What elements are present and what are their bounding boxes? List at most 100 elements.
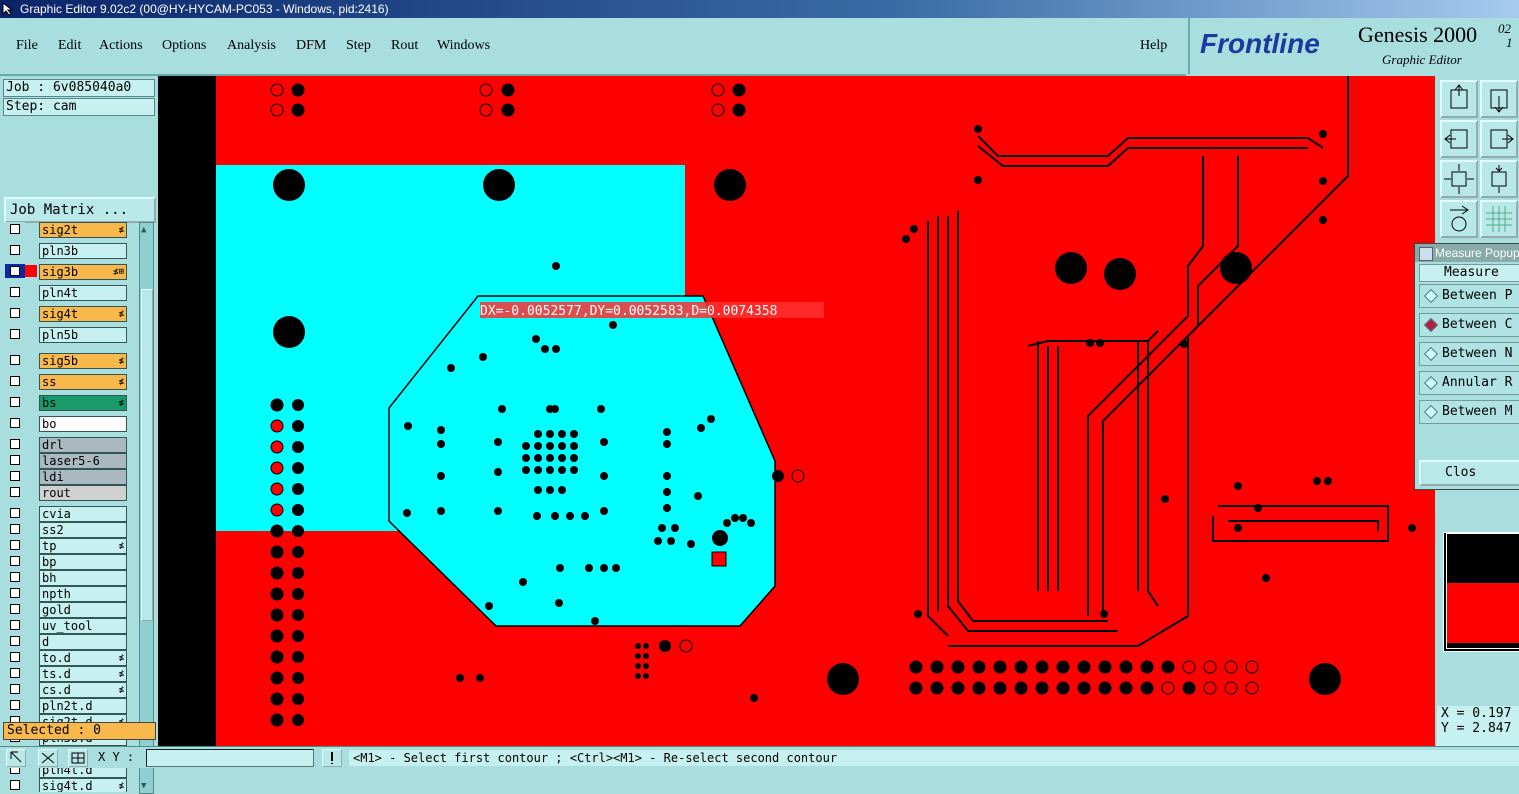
layer-display-checkbox[interactable]: [5, 554, 25, 568]
layer-display-checkbox[interactable]: [5, 416, 25, 430]
graphic-canvas[interactable]: DX=-0.0052577,DY=0.0052583,D=0.0074358: [158, 76, 1435, 746]
scroll-down-icon[interactable]: ▼: [141, 781, 151, 791]
layer-display-checkbox[interactable]: [5, 666, 25, 680]
layer-name[interactable]: cs.d ≰: [39, 682, 127, 698]
layer-row[interactable]: laser5-6: [5, 453, 138, 469]
layer-row[interactable]: sig4t.d ≰: [5, 778, 138, 792]
layer-display-checkbox[interactable]: [5, 374, 25, 388]
layer-display-checkbox[interactable]: [5, 264, 25, 278]
layer-display-checkbox[interactable]: [5, 506, 25, 520]
layer-display-checkbox[interactable]: [5, 602, 25, 616]
layer-display-checkbox[interactable]: [5, 327, 25, 341]
layer-name[interactable]: sig4t.d ≰: [39, 778, 127, 792]
layer-display-checkbox[interactable]: [5, 437, 25, 451]
layer-display-checkbox[interactable]: [5, 618, 25, 632]
layer-name[interactable]: d: [39, 634, 127, 650]
layer-display-checkbox[interactable]: [5, 778, 25, 792]
layer-row[interactable]: bs ≰: [5, 395, 138, 411]
layer-row[interactable]: cvia: [5, 506, 138, 522]
layer-display-checkbox[interactable]: [5, 395, 25, 409]
layer-row[interactable]: bo: [5, 416, 138, 432]
layer-name[interactable]: ldi: [39, 469, 127, 485]
layer-name[interactable]: gold: [39, 602, 127, 618]
zoom-up-button[interactable]: [1440, 80, 1478, 118]
menu-step[interactable]: Step: [346, 38, 371, 54]
menu-options[interactable]: Options: [162, 38, 206, 54]
layer-name[interactable]: ss2: [39, 522, 127, 538]
layer-name[interactable]: bp: [39, 554, 127, 570]
pan-right-button[interactable]: [1480, 120, 1518, 158]
layer-display-checkbox[interactable]: [5, 570, 25, 584]
layer-row[interactable]: bp: [5, 554, 138, 570]
layer-row[interactable]: sig2t ≰: [5, 222, 138, 238]
layer-display-checkbox[interactable]: [5, 522, 25, 536]
zoom-in-button[interactable]: [1440, 160, 1478, 198]
layer-name[interactable]: pln4t: [39, 285, 127, 301]
layer-display-checkbox[interactable]: [5, 586, 25, 600]
layer-name[interactable]: npth: [39, 586, 127, 602]
layer-display-checkbox[interactable]: [5, 243, 25, 257]
layer-row[interactable]: npth: [5, 586, 138, 602]
layer-name[interactable]: bs ≰: [39, 395, 127, 411]
menu-actions[interactable]: Actions: [99, 38, 143, 54]
layer-row[interactable]: ts.d ≰: [5, 666, 138, 682]
pcb-view[interactable]: DX=-0.0052577,DY=0.0052583,D=0.0074358: [158, 76, 1435, 746]
measure-option[interactable]: Between M: [1419, 400, 1519, 424]
layer-row[interactable]: rout: [5, 485, 138, 501]
overview-map[interactable]: [1443, 532, 1519, 652]
layer-row[interactable]: ldi: [5, 469, 138, 485]
layer-row[interactable]: uv_tool: [5, 618, 138, 634]
layer-row[interactable]: tp ≰: [5, 538, 138, 554]
measure-option[interactable]: Between P: [1419, 284, 1519, 308]
layer-name[interactable]: ss ≰: [39, 374, 127, 390]
layer-name[interactable]: bh: [39, 570, 127, 586]
layer-name[interactable]: bo: [39, 416, 127, 432]
layer-row[interactable]: ss2: [5, 522, 138, 538]
layer-name[interactable]: cvia: [39, 506, 127, 522]
menu-dfm[interactable]: DFM: [296, 38, 326, 54]
layer-display-checkbox[interactable]: [5, 650, 25, 664]
layer-row[interactable]: pln2t.d: [5, 698, 138, 714]
layer-name[interactable]: rout: [39, 485, 127, 501]
menu-file[interactable]: File: [16, 38, 38, 54]
close-icon[interactable]: [1419, 247, 1433, 261]
layer-row[interactable]: bh: [5, 570, 138, 586]
menu-windows[interactable]: Windows: [437, 38, 490, 54]
grid-tool-button[interactable]: [68, 749, 88, 767]
layer-name[interactable]: laser5-6: [39, 453, 127, 469]
zoom-out-button[interactable]: [1480, 160, 1518, 198]
layer-row[interactable]: sig4t ≰: [5, 306, 138, 322]
layer-row[interactable]: d: [5, 634, 138, 650]
select-tool-button[interactable]: [6, 749, 26, 767]
layer-name[interactable]: pln3b: [39, 243, 127, 259]
layer-name[interactable]: drl: [39, 437, 127, 453]
layer-row[interactable]: ss ≰: [5, 374, 138, 390]
layer-display-checkbox[interactable]: [5, 634, 25, 648]
layer-display-checkbox[interactable]: [5, 222, 25, 236]
layer-display-checkbox[interactable]: [5, 485, 25, 499]
layer-name[interactable]: ts.d ≰: [39, 666, 127, 682]
scroll-thumb[interactable]: [141, 289, 153, 621]
layer-name[interactable]: sig4t ≰: [39, 306, 127, 322]
job-matrix-button[interactable]: Job Matrix ...: [4, 197, 156, 223]
layer-name[interactable]: uv_tool: [39, 618, 127, 634]
layer-display-checkbox[interactable]: [5, 353, 25, 367]
info-button[interactable]: [322, 749, 342, 767]
layer-display-checkbox[interactable]: [5, 682, 25, 696]
layer-row[interactable]: gold: [5, 602, 138, 618]
snap-button[interactable]: [1440, 200, 1478, 238]
menu-edit[interactable]: Edit: [58, 38, 81, 54]
measure-option[interactable]: Annular R: [1419, 371, 1519, 395]
layer-display-checkbox[interactable]: [5, 469, 25, 483]
layer-display-checkbox[interactable]: [5, 306, 25, 320]
layer-row[interactable]: sig3b ≰⊞: [5, 264, 138, 280]
measure-tool-button[interactable]: [38, 749, 58, 767]
layer-row[interactable]: to.d ≰: [5, 650, 138, 666]
scroll-up-icon[interactable]: ▲: [141, 225, 151, 235]
measure-option[interactable]: Between N: [1419, 342, 1519, 366]
layer-name[interactable]: sig2t ≰: [39, 222, 127, 238]
layer-row[interactable]: drl: [5, 437, 138, 453]
layer-name[interactable]: pln5b: [39, 327, 127, 343]
layer-display-checkbox[interactable]: [5, 698, 25, 712]
menu-analysis[interactable]: Analysis: [227, 38, 276, 54]
